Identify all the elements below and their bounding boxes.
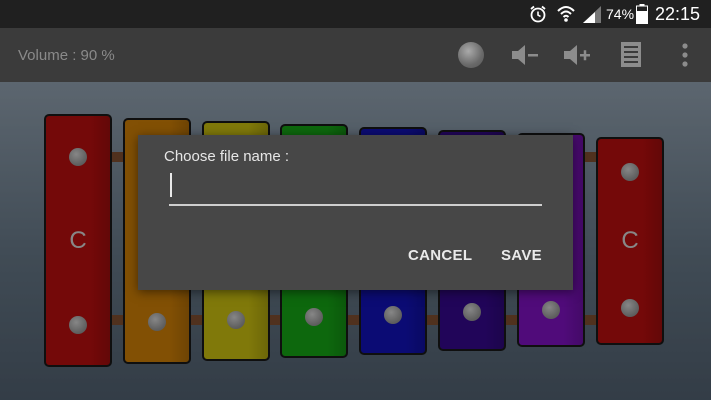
battery-icon — [636, 4, 648, 24]
list-icon[interactable] — [621, 42, 641, 67]
record-icon[interactable] — [458, 42, 484, 68]
battery-percent: 74% — [606, 6, 635, 22]
clock: 22:15 — [655, 4, 701, 24]
dialog-title: Choose file name : — [164, 148, 290, 165]
status-bar: 74% 22:15 — [0, 0, 711, 28]
wifi-icon — [557, 6, 575, 22]
file-name-dialog: Choose file name : CANCEL SAVE — [138, 135, 573, 290]
file-name-input[interactable] — [169, 170, 542, 206]
cancel-button[interactable]: CANCEL — [408, 247, 472, 264]
signal-icon — [583, 6, 601, 23]
alarm-icon — [530, 5, 546, 23]
text-cursor — [170, 173, 172, 197]
volume-up-icon[interactable] — [562, 44, 592, 66]
save-button[interactable]: SAVE — [501, 247, 542, 264]
volume-down-icon[interactable] — [510, 44, 540, 66]
overflow-menu-icon[interactable] — [681, 42, 689, 68]
volume-label: Volume : 90 % — [18, 47, 115, 64]
